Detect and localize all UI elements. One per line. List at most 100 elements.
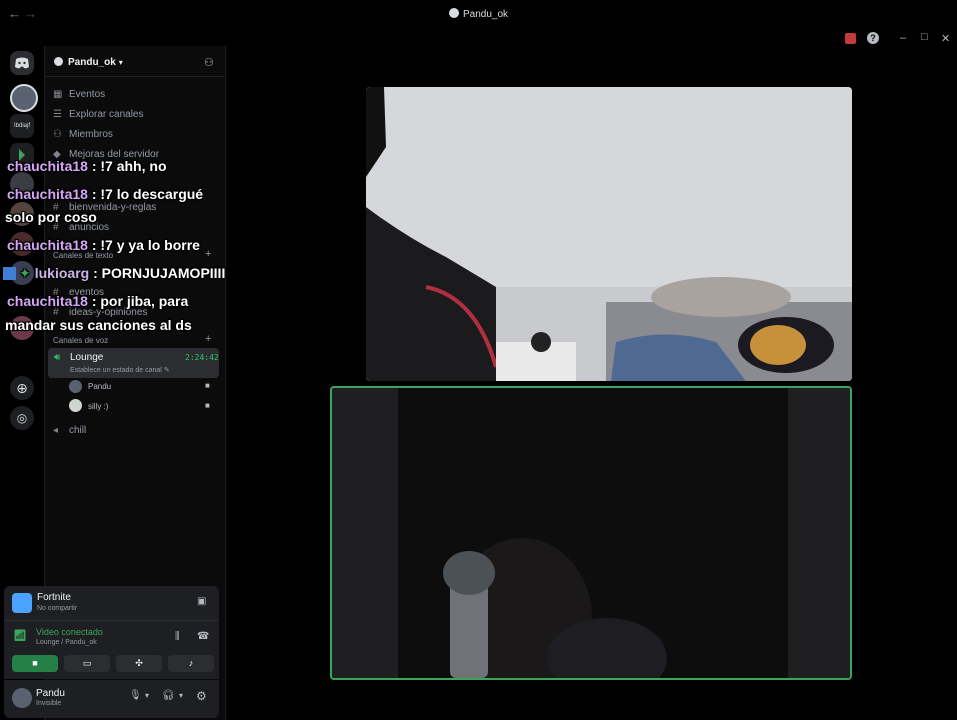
menu-members[interactable]: ⚇ Miembros	[53, 129, 113, 140]
voice-channel-chill[interactable]: ◂ chill	[53, 425, 86, 436]
stream-icon[interactable]: ▣	[197, 596, 206, 607]
soundboard-button[interactable]: ♪	[168, 655, 214, 672]
chat-text: : PORNJUJAMOPIIII	[89, 265, 226, 281]
noise-suppression-icon[interactable]: ⫼	[175, 631, 180, 642]
gear-icon[interactable]: ⚙	[196, 689, 207, 703]
add-text-channel-icon[interactable]: +	[205, 248, 211, 260]
chevron-down-icon[interactable]: ▾	[145, 691, 149, 700]
activities-button[interactable]: ✣	[116, 655, 162, 672]
minimize-button[interactable]: –	[900, 32, 906, 44]
chevron-down-icon: ▾	[118, 58, 123, 67]
chat-text: mandar sus canciones al ds	[5, 317, 192, 333]
webcam-feed	[332, 388, 850, 678]
voice-connection-panel: 📶︎ Video conectado Lounge / Pandu_ok ⫼ ☎…	[4, 620, 219, 679]
chevron-down-icon[interactable]: ▾	[179, 691, 183, 700]
discord-home-icon[interactable]	[10, 51, 34, 75]
voice-user-silly[interactable]: silly :)	[88, 402, 108, 411]
voice-location[interactable]: Lounge / Pandu_ok	[36, 639, 97, 646]
server-header[interactable]: Pandu_ok ▾ ⚇	[44, 48, 224, 77]
chat-username: chauchita18	[7, 158, 88, 174]
server-avatar-icon[interactable]	[10, 84, 38, 112]
pencil-icon: ✎	[163, 367, 170, 374]
chat-message: chauchita18 : !7 y ya lo borre	[7, 237, 200, 253]
voice-channel-timer: 2:24:42	[185, 353, 219, 362]
avatar	[69, 380, 82, 393]
avatar	[69, 399, 82, 412]
user-name[interactable]: Pandu	[36, 688, 65, 699]
microphone-icon[interactable]: 🎙︎	[129, 690, 142, 701]
webcam-feed	[366, 87, 852, 381]
browse-channels-icon: ☰	[53, 109, 62, 120]
user-panel: Pandu Invisible 🎙︎ ▾ 🎧︎ ▾ ⚙	[4, 680, 219, 718]
maximize-button[interactable]: □	[921, 31, 928, 43]
chat-username: chauchita18	[7, 237, 88, 253]
server-rail: Ibdiajf ⊕ ◎	[0, 46, 44, 646]
chat-username: chauchita18	[7, 186, 88, 202]
game-icon	[12, 593, 32, 613]
menu-browse-label: Explorar canales	[69, 109, 144, 120]
window-title-text: Pandu_ok	[462, 9, 509, 20]
video-tile-self[interactable]	[330, 386, 852, 680]
user-status: Invisible	[36, 700, 62, 707]
voice-channel-name: chill	[69, 425, 87, 436]
server-name[interactable]: Pandu_ok ▾	[54, 57, 123, 68]
chat-username: lukioarg	[34, 265, 90, 281]
camera-button[interactable]: ■	[12, 655, 58, 672]
speaker-icon: 🔊︎	[54, 352, 61, 363]
chat-message-cont: solo por coso	[5, 209, 97, 225]
window-title: Pandu_ok	[0, 8, 957, 20]
server-icon	[448, 8, 459, 18]
video-tile-remote[interactable]	[366, 87, 852, 381]
invite-people-icon[interactable]: ⚇	[204, 56, 214, 69]
speaker-icon: ◂	[53, 425, 59, 436]
category-voice[interactable]: Canales de voz	[53, 336, 108, 345]
chat-text: : !7 lo descargué	[87, 186, 204, 202]
activities-icon: ✣	[135, 658, 143, 668]
activity-game: Fortnite	[37, 592, 71, 603]
chat-message: chauchita18 : !7 lo descargué	[7, 186, 203, 202]
inbox-icon[interactable]	[845, 33, 856, 44]
chat-text: : por jiba, para	[87, 293, 189, 309]
video-icon: ■	[205, 381, 210, 390]
chat-text: : !7 ahh, no	[87, 158, 167, 174]
chat-message: ✦ lukioarg : PORNJUJAMOPIIII	[3, 265, 225, 282]
menu-browse-channels[interactable]: ☰ Explorar canales	[53, 109, 143, 120]
chat-message: chauchita18 : !7 ahh, no	[7, 158, 167, 174]
badge-icon	[3, 267, 16, 280]
channel-status-prompt[interactable]: Establece un estado de canal ✎	[70, 366, 170, 374]
add-server-icon[interactable]: ⊕	[10, 376, 34, 400]
avatar[interactable]	[12, 688, 32, 708]
activity-sub: No compartir	[37, 605, 78, 612]
activity-card[interactable]: Fortnite No compartir ▣	[4, 586, 219, 620]
server-icon	[54, 57, 63, 66]
chat-text: solo por coso	[5, 209, 97, 225]
screen-share-icon: ▭	[82, 658, 92, 668]
headphones-icon[interactable]: 🎧︎	[162, 690, 175, 701]
channel-status-text: Establece un estado de canal	[70, 367, 162, 374]
voice-user-pandu[interactable]: Pandu	[88, 382, 111, 391]
calendar-icon: ▦	[53, 89, 63, 100]
discover-icon[interactable]: ◎	[10, 406, 34, 430]
voice-status[interactable]: Video conectado	[36, 627, 103, 637]
chat-message-cont: mandar sus canciones al ds	[5, 317, 192, 333]
members-icon: ⚇	[53, 129, 62, 140]
close-button[interactable]: ✕	[941, 32, 950, 45]
signal-icon: 📶︎	[13, 630, 27, 642]
camera-icon: ■	[32, 658, 38, 668]
voice-channel-lounge[interactable]: 🔊︎ Lounge 2:24:42 Establece un estado de…	[48, 348, 219, 378]
chat-username: chauchita18	[7, 293, 88, 309]
menu-members-label: Miembros	[69, 129, 113, 140]
menu-events[interactable]: ▦ Eventos	[53, 89, 105, 100]
video-icon: ■	[205, 401, 210, 410]
server-ibdiajf-icon[interactable]: Ibdiajf	[10, 114, 34, 138]
soundboard-icon: ♪	[188, 658, 194, 668]
chat-message: chauchita18 : por jiba, para	[7, 293, 188, 309]
chat-text: : !7 y ya lo borre	[87, 237, 200, 253]
screen-share-button[interactable]: ▭	[64, 655, 110, 672]
voice-channel-name: Lounge	[70, 352, 104, 363]
sparkle-icon: ✦	[19, 265, 31, 281]
help-icon[interactable]: ?	[867, 32, 879, 44]
server-name-text: Pandu_ok	[68, 57, 116, 68]
disconnect-icon[interactable]: ☎	[197, 631, 209, 642]
add-voice-channel-icon[interactable]: +	[205, 333, 211, 345]
